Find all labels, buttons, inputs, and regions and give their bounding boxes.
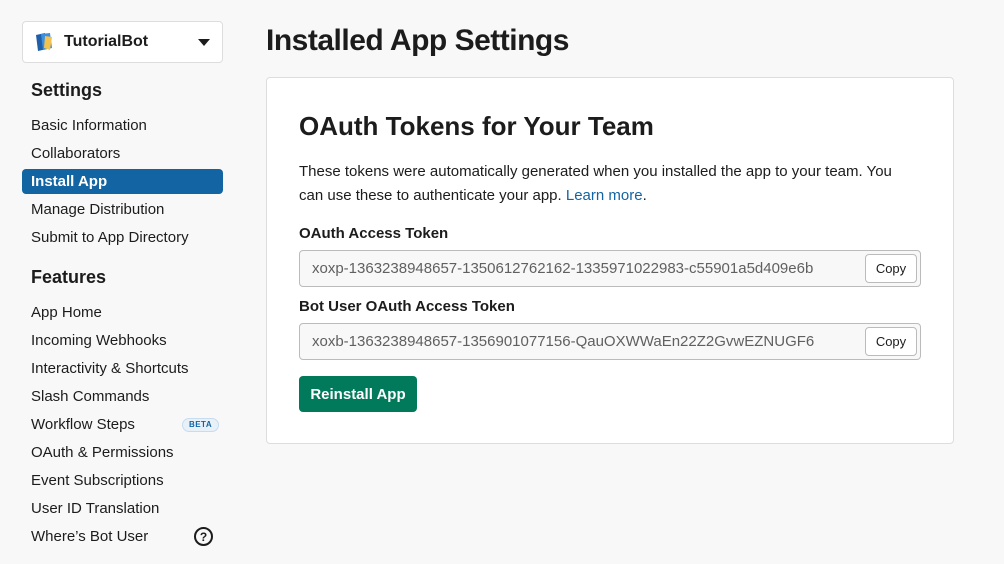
sidebar-item-submit-to-app-directory[interactable]: Submit to App Directory: [22, 225, 223, 250]
settings-section-title: Settings: [31, 80, 103, 100]
sidebar-item-label: Install App: [31, 173, 108, 190]
bot-token-label: Bot User OAuth Access Token: [299, 298, 515, 315]
app-icon: [33, 31, 55, 53]
sidebar-item-label: User ID Translation: [31, 500, 160, 517]
sidebar-item-label: OAuth & Permissions: [31, 444, 174, 461]
sidebar-item-incoming-webhooks[interactable]: Incoming Webhooks: [22, 328, 223, 353]
sidebar-item-slash-commands[interactable]: Slash Commands: [22, 384, 223, 409]
page-title: Installed App Settings: [266, 24, 569, 57]
bot-token-field[interactable]: xoxb-1363238948657-1356901077156-QauOXWW…: [299, 323, 921, 360]
app-selector[interactable]: TutorialBot: [22, 21, 223, 63]
sidebar-item-install-app[interactable]: Install App: [22, 169, 223, 194]
sidebar-item-basic-information[interactable]: Basic Information: [22, 113, 223, 138]
beta-badge: BETA: [181, 417, 220, 432]
sidebar-item-wheres-bot-user[interactable]: Where’s Bot User ?: [22, 524, 223, 549]
sidebar-item-label: Interactivity & Shortcuts: [31, 360, 189, 377]
sidebar-item-label: Collaborators: [31, 145, 121, 162]
sidebar-item-label: Where’s Bot User: [31, 528, 149, 545]
sidebar-item-user-id-translation[interactable]: User ID Translation: [22, 496, 223, 521]
sidebar-item-label: Workflow Steps: [31, 416, 135, 433]
sidebar-item-label: Submit to App Directory: [31, 229, 189, 246]
help-icon[interactable]: ?: [194, 527, 213, 546]
access-token-value[interactable]: xoxp-1363238948657-1350612762162-1335971…: [300, 260, 865, 277]
bot-token-value[interactable]: xoxb-1363238948657-1356901077156-QauOXWW…: [300, 333, 865, 350]
sidebar-item-label: Event Subscriptions: [31, 472, 164, 489]
sidebar-item-label: Slash Commands: [31, 388, 150, 405]
chevron-down-icon[interactable]: [198, 38, 210, 46]
sidebar-item-label: Incoming Webhooks: [31, 332, 167, 349]
sidebar-item-label: Manage Distribution: [31, 201, 165, 218]
sidebar-item-app-home[interactable]: App Home: [22, 300, 223, 325]
sidebar-item-workflow-steps[interactable]: Workflow Steps BETA: [22, 412, 223, 437]
copy-access-token-button[interactable]: Copy: [865, 254, 917, 283]
sidebar-item-collaborators[interactable]: Collaborators: [22, 141, 223, 166]
features-section-title: Features: [31, 267, 107, 287]
access-token-field[interactable]: xoxp-1363238948657-1350612762162-1335971…: [299, 250, 921, 287]
description-end: .: [642, 187, 647, 204]
sidebar-item-manage-distribution[interactable]: Manage Distribution: [22, 197, 223, 222]
copy-bot-token-button[interactable]: Copy: [865, 327, 917, 356]
sidebar-item-event-subscriptions[interactable]: Event Subscriptions: [22, 468, 223, 493]
sidebar-item-interactivity-shortcuts[interactable]: Interactivity & Shortcuts: [22, 356, 223, 381]
card-title: OAuth Tokens for Your Team: [299, 111, 654, 141]
oauth-tokens-card: OAuth Tokens for Your Team These tokens …: [266, 77, 954, 444]
sidebar-item-label: Basic Information: [31, 117, 147, 134]
reinstall-app-button[interactable]: Reinstall App: [299, 376, 417, 412]
sidebar-item-label: App Home: [31, 304, 102, 321]
card-description: These tokens were automatically generate…: [299, 160, 919, 208]
access-token-label: OAuth Access Token: [299, 225, 449, 242]
sidebar-item-oauth-permissions[interactable]: OAuth & Permissions: [22, 440, 223, 465]
learn-more-link[interactable]: Learn more: [566, 187, 643, 204]
app-name: TutorialBot: [64, 33, 149, 50]
